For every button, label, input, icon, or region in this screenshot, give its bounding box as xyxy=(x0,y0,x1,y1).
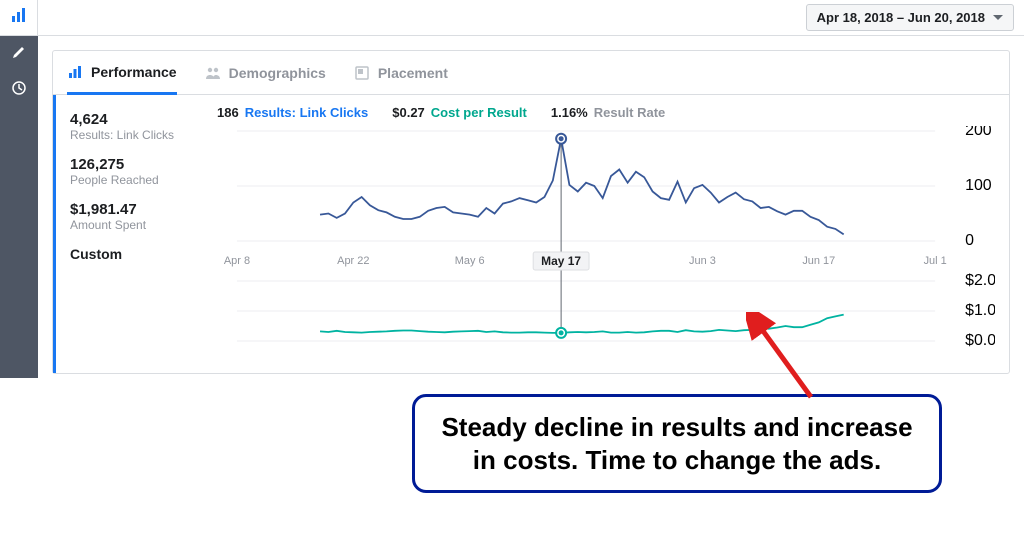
svg-text:$0.00: $0.00 xyxy=(965,332,995,349)
svg-text:Apr 22: Apr 22 xyxy=(337,255,369,267)
placement-icon xyxy=(354,65,370,81)
tabs: Performance Demographics Placement xyxy=(53,51,1009,95)
stat-reach-label: People Reached xyxy=(70,173,217,187)
tab-performance[interactable]: Performance xyxy=(67,52,177,95)
panel-body: 4,624 Results: Link Clicks 126,275 Peopl… xyxy=(53,95,1009,373)
date-range-picker[interactable]: Apr 18, 2018 – Jun 20, 2018 xyxy=(806,4,1014,31)
tab-placement[interactable]: Placement xyxy=(354,51,448,94)
sidebar-item-history[interactable] xyxy=(0,72,38,108)
left-sidebar xyxy=(0,0,38,378)
stats-column: 4,624 Results: Link Clicks 126,275 Peopl… xyxy=(53,95,217,373)
tab-label: Performance xyxy=(91,64,177,80)
stat-results-label: Results: Link Clicks xyxy=(70,128,217,142)
stat-reach-value: 126,275 xyxy=(70,156,217,173)
svg-text:$2.00: $2.00 xyxy=(965,272,995,289)
svg-text:Jul 1: Jul 1 xyxy=(924,255,947,267)
svg-text:Jun 3: Jun 3 xyxy=(689,255,716,267)
svg-text:May 17: May 17 xyxy=(541,254,581,268)
sidebar-item-analytics[interactable] xyxy=(0,0,38,36)
stat-spend-value: $1,981.47 xyxy=(70,201,217,218)
legend-rate-label: Result Rate xyxy=(594,105,666,120)
legend-results-label: Results: Link Clicks xyxy=(245,105,369,120)
stat-results-value: 4,624 xyxy=(70,111,217,128)
people-icon xyxy=(205,65,221,81)
tab-label: Placement xyxy=(378,65,448,81)
tab-label: Demographics xyxy=(229,65,326,81)
svg-text:$1.00: $1.00 xyxy=(965,302,995,319)
legend-cpr-num: $0.27 xyxy=(392,105,425,120)
topbar: Apr 18, 2018 – Jun 20, 2018 xyxy=(38,0,1024,36)
svg-text:May 6: May 6 xyxy=(455,255,485,267)
chart-legend: 186 Results: Link Clicks $0.27 Cost per … xyxy=(217,105,995,120)
legend-rate-num: 1.16% xyxy=(551,105,588,120)
annotation-text: Steady decline in results and increase i… xyxy=(437,411,917,476)
bar-chart-icon xyxy=(11,7,27,28)
stat-custom-link[interactable]: Custom xyxy=(70,246,217,262)
bar-chart-icon xyxy=(67,64,83,80)
annotation-callout: Steady decline in results and increase i… xyxy=(412,394,942,493)
legend-cpr-label: Cost per Result xyxy=(431,105,527,120)
caret-down-icon xyxy=(993,15,1003,20)
date-range-label: Apr 18, 2018 – Jun 20, 2018 xyxy=(817,10,985,25)
svg-text:Apr 8: Apr 8 xyxy=(224,255,250,267)
charts-area: 186 Results: Link Clicks $0.27 Cost per … xyxy=(217,95,1009,373)
pencil-icon xyxy=(12,45,26,64)
svg-text:0: 0 xyxy=(965,232,974,249)
svg-text:200: 200 xyxy=(965,126,992,139)
clock-icon xyxy=(12,81,26,100)
performance-panel: Performance Demographics Placement 4,624… xyxy=(52,50,1010,374)
sidebar-item-edit[interactable] xyxy=(0,36,38,72)
performance-chart[interactable]: 0 100 200 $0.00 $1.00 $2.00 Apr 8 Apr 22 May 6 Ju… xyxy=(217,126,995,366)
svg-text:100: 100 xyxy=(965,177,992,194)
stat-spend-label: Amount Spent xyxy=(70,218,217,232)
tab-demographics[interactable]: Demographics xyxy=(205,51,326,94)
svg-text:Jun 17: Jun 17 xyxy=(802,255,835,267)
legend-results-num: 186 xyxy=(217,105,239,120)
